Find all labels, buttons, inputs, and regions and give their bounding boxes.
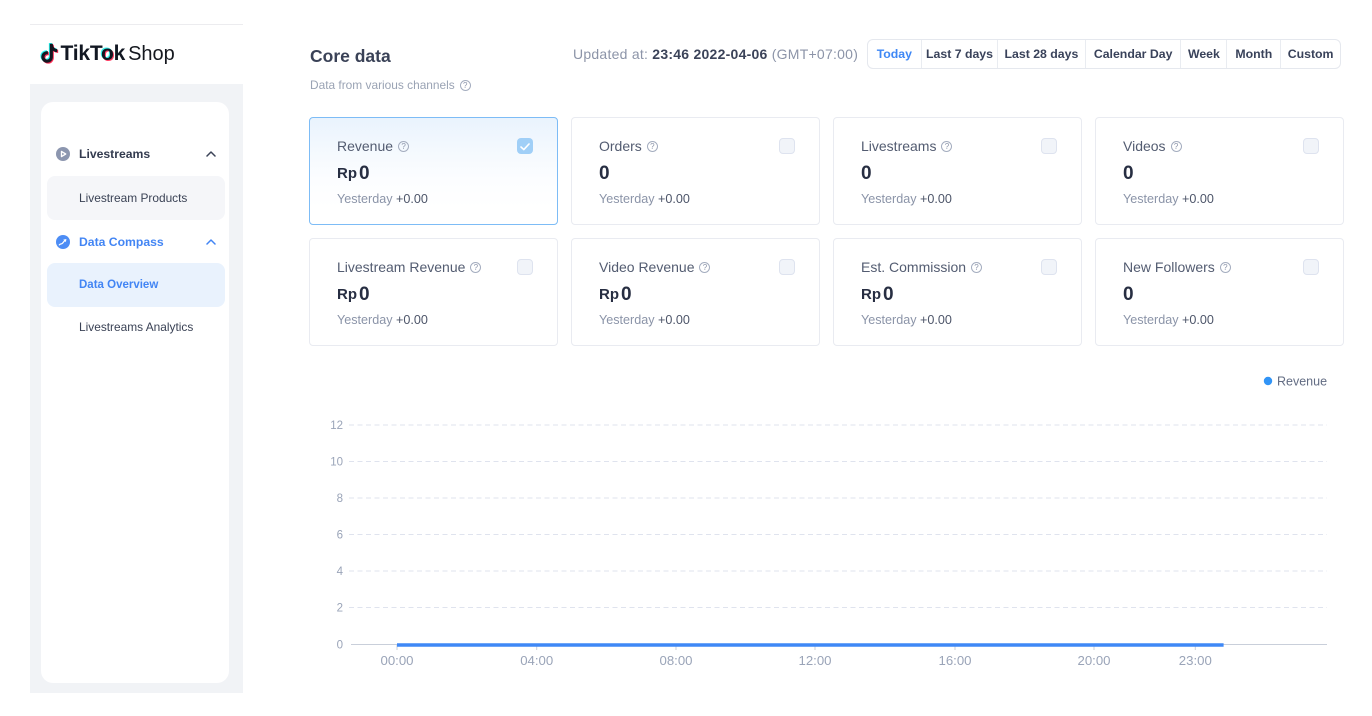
svg-text:2: 2 (337, 603, 343, 615)
svg-text:23:00: 23:00 (1179, 653, 1212, 668)
svg-text:Revenue: Revenue (1277, 375, 1327, 389)
svg-text:00:00: 00:00 (380, 653, 413, 668)
svg-text:8: 8 (337, 493, 343, 505)
svg-text:0: 0 (337, 640, 343, 652)
svg-text:10: 10 (330, 457, 343, 469)
svg-text:12:00: 12:00 (798, 653, 831, 668)
svg-text:12: 12 (330, 420, 343, 432)
svg-text:16:00: 16:00 (938, 653, 971, 668)
svg-text:08:00: 08:00 (659, 653, 692, 668)
svg-text:04:00: 04:00 (520, 653, 553, 668)
svg-text:4: 4 (337, 566, 344, 578)
svg-text:20:00: 20:00 (1077, 653, 1110, 668)
svg-text:6: 6 (337, 530, 343, 542)
